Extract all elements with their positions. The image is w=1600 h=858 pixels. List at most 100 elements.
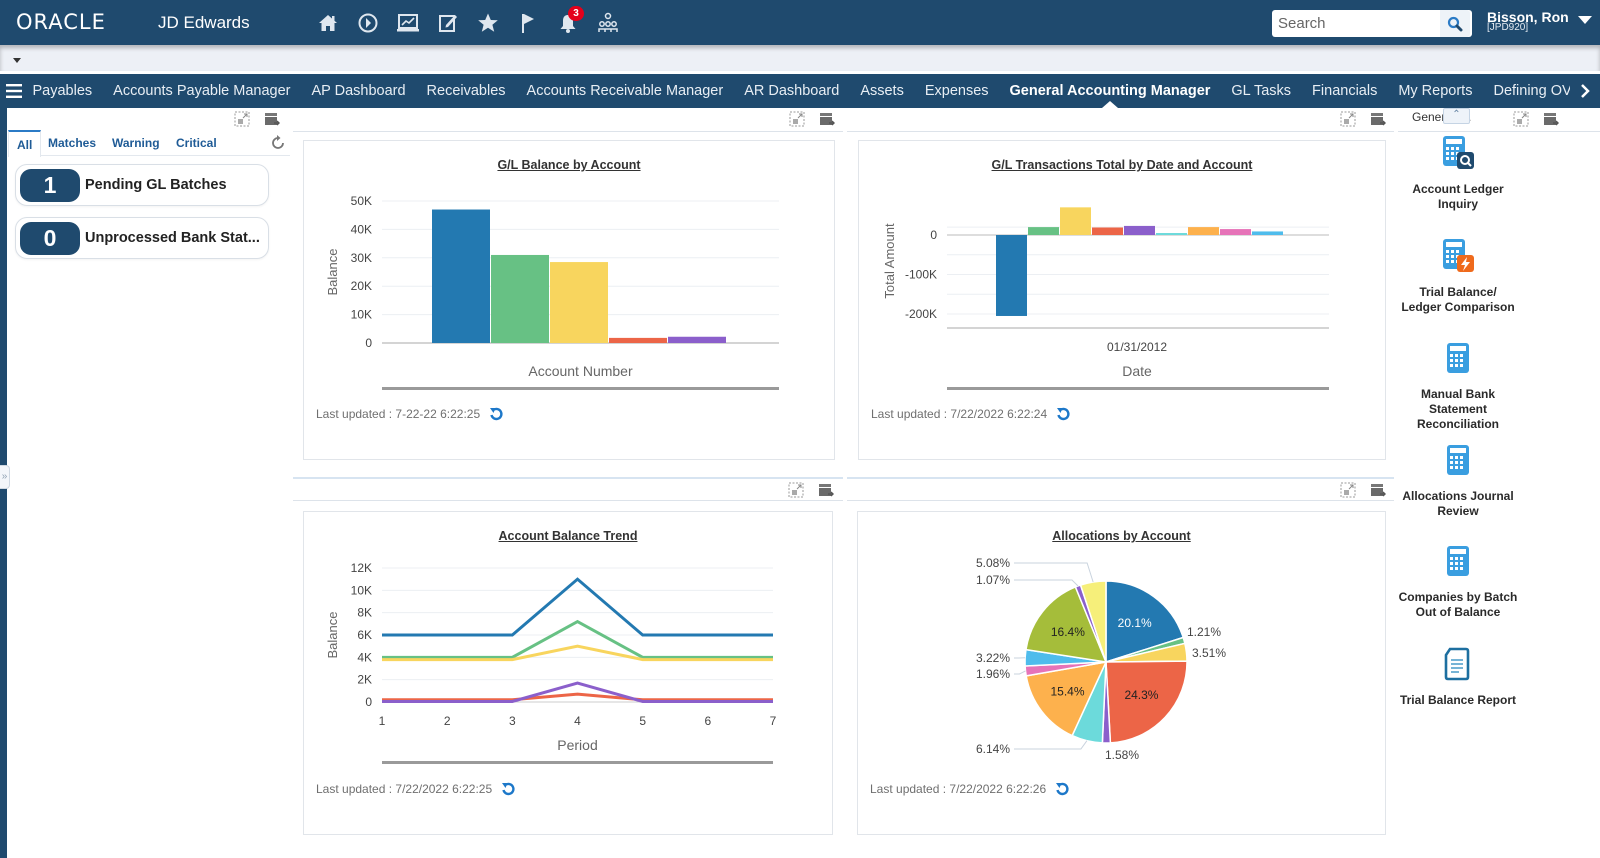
task-allocations-journal-review[interactable]: Allocations Journal Review [1398, 442, 1518, 519]
bar [996, 235, 1027, 316]
maximize-icon[interactable] [1340, 111, 1356, 127]
expand-panel-handle[interactable]: » [0, 465, 10, 489]
scrollbar [382, 761, 773, 764]
task-manual-bank-statement-reconciliation[interactable]: Manual Bank Statement Reconciliation [1398, 340, 1518, 432]
user-menu-caret-icon[interactable] [1578, 16, 1592, 24]
tab-matches[interactable]: Matches [48, 130, 96, 156]
export-icon[interactable] [264, 111, 280, 127]
maximize-icon[interactable] [789, 111, 805, 127]
export-icon[interactable] [818, 482, 834, 498]
refresh-icon[interactable] [488, 406, 504, 422]
nav-tab-receivables[interactable]: Receivables [416, 74, 516, 108]
y-tick-label: 6K [357, 628, 372, 642]
y-tick-label: -200K [905, 307, 937, 321]
x-tick-label: 1 [379, 714, 386, 728]
search-input[interactable] [1272, 15, 1440, 32]
refresh-icon[interactable] [1054, 781, 1070, 797]
x-tick-label: 01/31/2012 [1107, 340, 1167, 354]
search-button[interactable] [1440, 10, 1470, 37]
maximize-icon[interactable] [234, 111, 250, 127]
nav-tab-ar-dashboard[interactable]: AR Dashboard [734, 74, 850, 108]
slice-label: 3.22% [976, 651, 1010, 665]
collapse-button[interactable]: ⌃ [1443, 108, 1470, 124]
gl-transactions-chart: 0 -100K -200K 01/31/2012 Total Amount Date [882, 207, 1329, 390]
y-tick-label: -100K [905, 268, 937, 282]
export-icon[interactable] [819, 111, 835, 127]
nav-tab-gl-tasks[interactable]: GL Tasks [1221, 74, 1302, 108]
y-tick-label: 12K [351, 561, 372, 575]
org-chart-icon[interactable] [588, 10, 628, 36]
star-icon[interactable] [468, 10, 508, 36]
watchlist-card-unprocessed-bank-statements[interactable]: 0 Unprocessed Bank Stat... [15, 217, 269, 259]
tab-critical[interactable]: Critical [176, 130, 217, 156]
menu-button[interactable] [0, 84, 22, 98]
series-line [382, 577, 773, 637]
refresh-icon[interactable] [1055, 406, 1071, 422]
chart-title[interactable]: Allocations by Account [858, 529, 1385, 543]
nav-tab-accounts-receivable-manager[interactable]: Accounts Receivable Manager [516, 74, 734, 108]
nav-tab-accounts-payable-manager[interactable]: Accounts Payable Manager [103, 74, 301, 108]
maximize-icon[interactable] [1340, 482, 1356, 498]
calculator-bolt-icon [1398, 238, 1518, 279]
nav-tab-ap-dashboard[interactable]: AP Dashboard [301, 74, 416, 108]
export-icon[interactable] [1370, 482, 1386, 498]
watchlist-card-pending-gl-batches[interactable]: 1 Pending GL Batches [15, 164, 269, 206]
chart-title[interactable]: G/L Transactions Total by Date and Accou… [859, 158, 1385, 172]
slice-label: 20.1% [1118, 616, 1152, 630]
bell-icon[interactable]: 3 [548, 6, 588, 36]
series-line [382, 619, 773, 659]
home-icon[interactable] [308, 10, 348, 36]
gl-balance-chart-card: G/L Balance by Account 0 10K 20K 30K 40K 50K B… [303, 140, 835, 460]
slice-label: 1.21% [1187, 625, 1221, 639]
chart-title[interactable]: Account Balance Trend [304, 529, 832, 543]
nav-scroll-right-button[interactable] [1570, 74, 1600, 108]
dropdown-caret-icon[interactable] [13, 58, 21, 63]
task-trial-balance-report[interactable]: Trial Balance Report [1398, 646, 1518, 708]
user-menu[interactable]: Bisson, Ron [JPD920] [1487, 9, 1569, 33]
document-icon [1398, 646, 1518, 687]
task-trial-balance-ledger-comparison[interactable]: Trial Balance/ Ledger Comparison [1398, 238, 1518, 315]
y-tick-label: 50K [351, 194, 372, 208]
refresh-icon[interactable] [270, 135, 286, 151]
allocations-pie-chart: 20.1% 1.21% 3.51% 24.3% 1.58% 6.14% 15.4% 1.96%… [976, 556, 1226, 762]
bar [1188, 227, 1219, 235]
slice-label: 24.3% [1124, 688, 1158, 702]
bar [1156, 233, 1187, 235]
x-tick-label: 4 [574, 714, 581, 728]
task-companies-by-batch-out-of-balance[interactable]: Companies by Batch Out of Balance [1398, 543, 1518, 620]
nav-tab-expenses[interactable]: Expenses [914, 74, 999, 108]
export-icon[interactable] [1370, 111, 1386, 127]
task-label: Trial Balance Report [1399, 693, 1517, 707]
nav-tab-payables[interactable]: Payables [22, 74, 103, 108]
top-bar: ORACLE JD Edwards 3 Search Bisson, Ron [… [0, 0, 1600, 45]
export-icon[interactable] [1543, 111, 1559, 127]
scrollbar [382, 387, 779, 390]
x-axis-label: Date [1122, 363, 1152, 379]
compass-icon[interactable] [348, 10, 388, 36]
nav-tab-general-accounting-manager[interactable]: General Accounting Manager [999, 74, 1221, 108]
nav-tab-my-reports[interactable]: My Reports [1388, 74, 1483, 108]
product-name: JD Edwards [158, 13, 250, 32]
scrollbar [947, 387, 1329, 390]
nav-tab-financials[interactable]: Financials [1302, 74, 1388, 108]
tab-all[interactable]: All [8, 130, 42, 157]
maximize-icon[interactable] [1513, 111, 1529, 127]
hamburger-icon [6, 84, 22, 98]
maximize-icon[interactable] [788, 482, 804, 498]
bar [1092, 227, 1123, 235]
sub-bar [0, 45, 1600, 71]
y-tick-label: 10K [351, 308, 372, 322]
flag-icon[interactable] [508, 10, 548, 36]
refresh-icon[interactable] [500, 781, 516, 797]
task-account-ledger-inquiry[interactable]: Account Ledger Inquiry [1398, 135, 1518, 212]
bar [609, 337, 667, 343]
monitor-chart-icon[interactable] [388, 10, 428, 36]
leader-line [1014, 579, 1079, 587]
tab-warning[interactable]: Warning [112, 130, 160, 156]
edit-icon[interactable] [428, 10, 468, 36]
slice-label: 1.58% [1105, 748, 1139, 762]
gl-transactions-chart-card: G/L Transactions Total by Date and Accou… [858, 140, 1386, 460]
nav-tab-assets[interactable]: Assets [850, 74, 915, 108]
chart-title[interactable]: G/L Balance by Account [304, 158, 834, 172]
search-box [1272, 10, 1472, 37]
